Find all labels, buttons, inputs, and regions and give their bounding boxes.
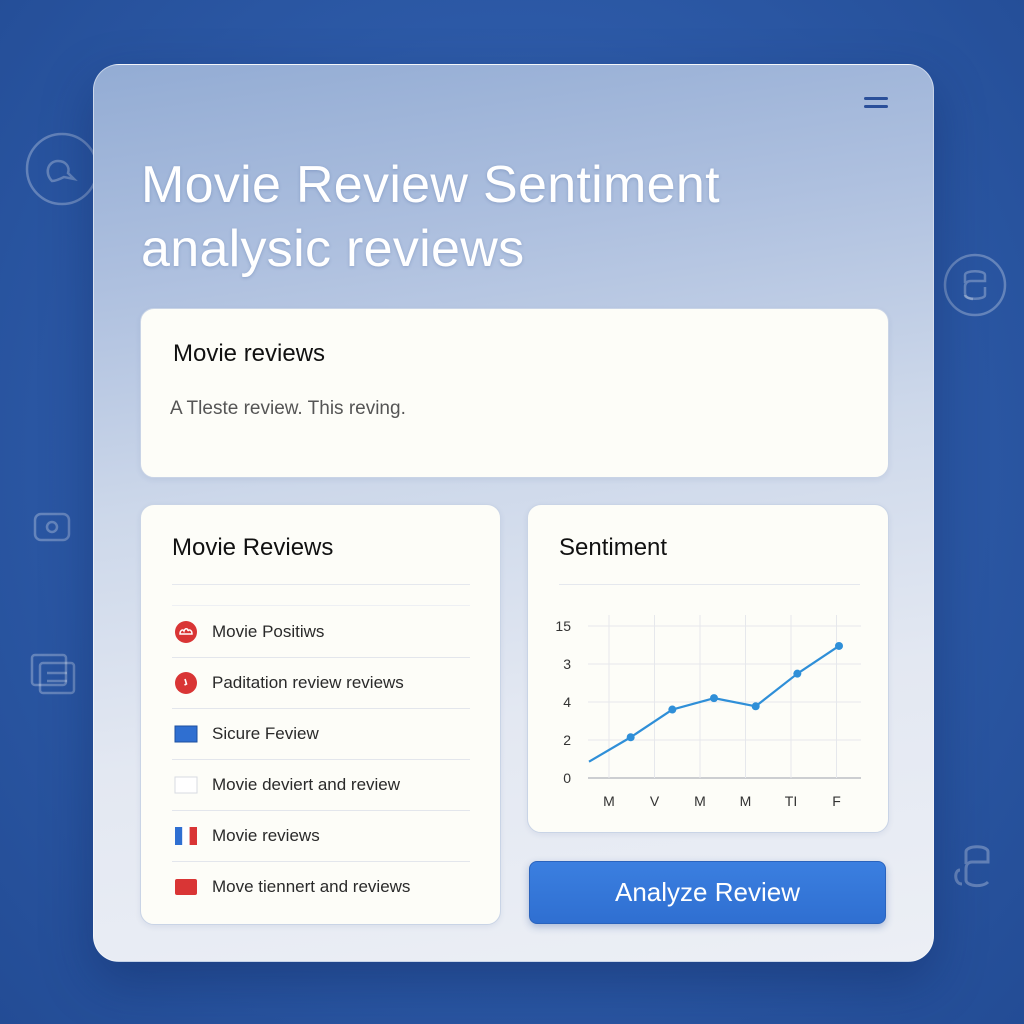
divider <box>172 584 470 585</box>
y-tick-label: 2 <box>563 732 571 748</box>
red-round-icon <box>174 671 198 695</box>
blank-square-icon <box>174 773 198 797</box>
list-item[interactable]: Paditation review reviews <box>172 658 470 709</box>
reviews-list-title: Movie Reviews <box>172 534 334 561</box>
data-point <box>835 641 843 650</box>
divider <box>172 605 470 606</box>
menu-icon[interactable] <box>864 97 888 111</box>
data-point <box>710 694 718 703</box>
red-round-icon <box>174 620 198 644</box>
sentiment-panel: Sentiment 15 3 4 2 0 M V M M TI F <box>527 504 889 833</box>
y-tick-label: 4 <box>563 694 571 710</box>
red-square-icon <box>174 875 198 899</box>
flag-icon <box>174 824 198 848</box>
blue-square-icon <box>174 722 198 746</box>
y-tick-label: 0 <box>563 770 571 786</box>
data-point <box>626 733 635 742</box>
list-item[interactable]: Sicure Feview <box>172 709 470 760</box>
python-logo-icon <box>943 253 1007 317</box>
list-item[interactable]: Move tiennert and reviews <box>172 862 470 912</box>
list-item[interactable]: Movie Positiws <box>172 607 470 658</box>
page-title: Movie Review Sentiment analysic reviews <box>141 153 861 281</box>
data-point <box>793 669 802 678</box>
list-item[interactable]: Movie reviews <box>172 811 470 862</box>
main-card: Movie Review Sentiment analysic reviews … <box>93 64 934 962</box>
reviews-list-panel: Movie Reviews Movie Positiws Paditation … <box>140 504 501 925</box>
list-item-label: Sicure Feview <box>212 724 319 743</box>
x-tick-label: M <box>694 793 706 809</box>
record-icon <box>33 512 71 542</box>
data-point <box>668 705 677 714</box>
x-tick-label: M <box>603 793 615 809</box>
python-small-icon <box>952 840 996 892</box>
list-item-label: Movie deviert and review <box>212 775 401 794</box>
series-line <box>588 645 840 763</box>
documents-icon <box>30 653 78 695</box>
title-line-1: Movie Review Sentiment <box>141 156 720 214</box>
list-item-label: Movie Positiws <box>212 622 325 641</box>
chat-bubble-icon <box>24 131 100 209</box>
x-tick-label: TI <box>785 793 797 809</box>
y-tick-label: 15 <box>555 618 571 634</box>
y-tick-label: 3 <box>563 656 571 672</box>
sentiment-chart: 15 3 4 2 0 M V M M TI F <box>555 615 861 809</box>
reviews-list: Movie Positiws Paditation review reviews… <box>172 607 470 912</box>
x-tick-label: F <box>832 793 841 809</box>
list-item-label: Movie reviews <box>212 826 320 845</box>
list-item[interactable]: Movie deviert and review <box>172 760 470 811</box>
x-tick-label: M <box>740 793 752 809</box>
list-item-label: Move tiennert and reviews <box>212 877 411 896</box>
data-point <box>751 702 760 711</box>
title-line-2: analysic reviews <box>141 220 525 278</box>
list-item-label: Paditation review reviews <box>212 673 404 692</box>
review-input-panel: Movie reviews <box>140 308 889 478</box>
review-input-label: Movie reviews <box>173 340 326 367</box>
analyze-review-button[interactable]: Analyze Review <box>529 861 886 924</box>
review-input[interactable] <box>168 393 852 425</box>
x-tick-label: V <box>650 793 660 809</box>
